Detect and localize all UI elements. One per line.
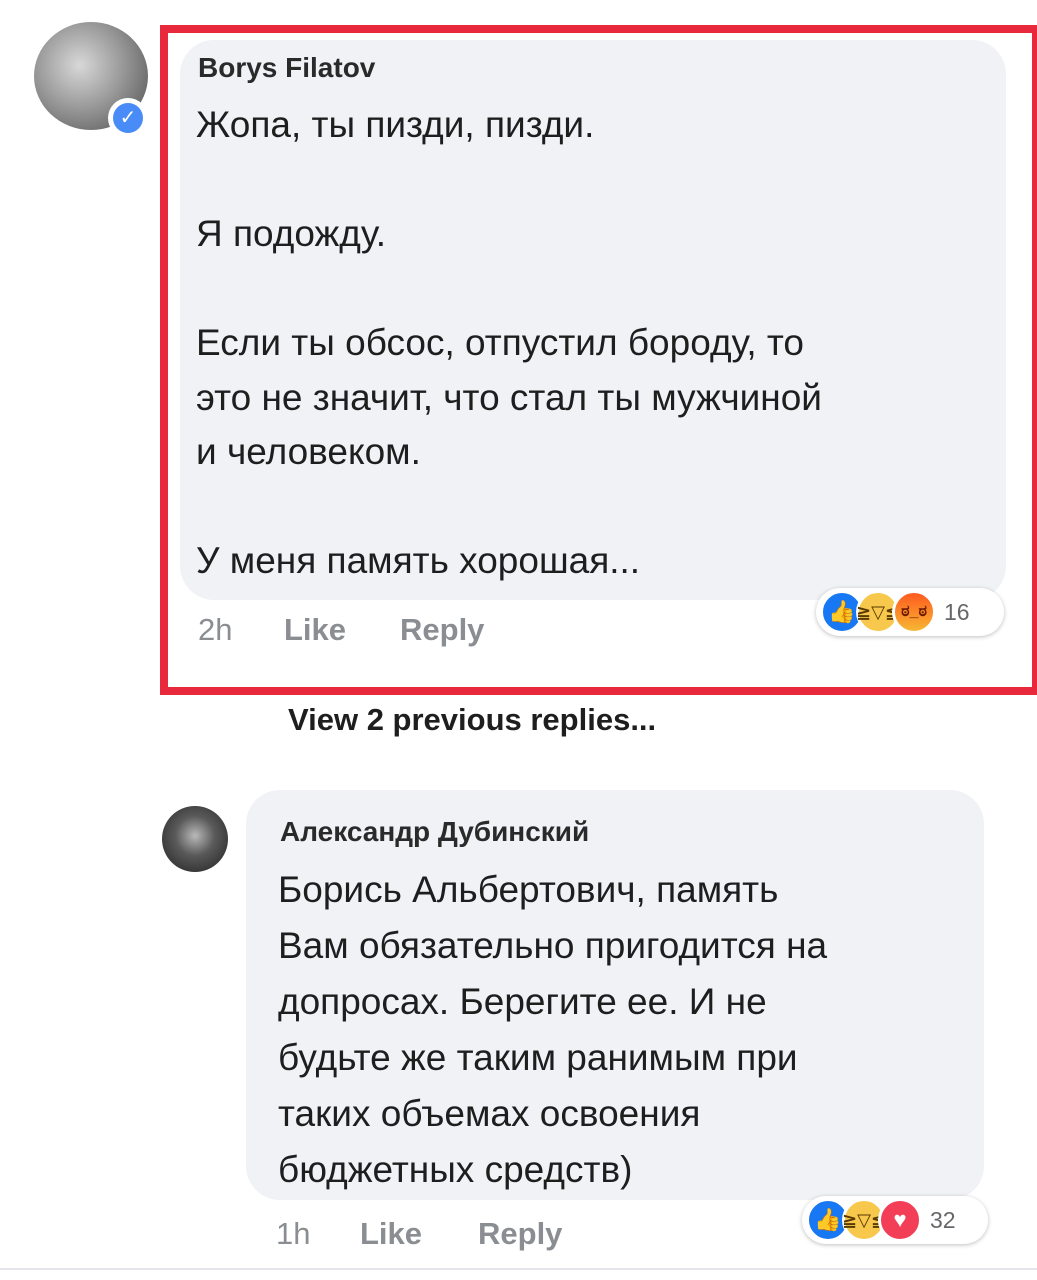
love-icon: ♥ [878, 1198, 922, 1242]
reaction-count: 16 [944, 598, 970, 625]
reply-button[interactable]: Reply [400, 612, 484, 648]
divider [0, 1268, 1037, 1270]
comment-time[interactable]: 1h [276, 1216, 310, 1252]
angry-icon: ಠ_ಠ [892, 590, 936, 634]
comment-time[interactable]: 2h [198, 612, 232, 648]
comment-author[interactable]: Borys Filatov [198, 52, 375, 84]
like-button[interactable]: Like [360, 1216, 422, 1252]
like-button[interactable]: Like [284, 612, 346, 648]
reply-button[interactable]: Reply [478, 1216, 562, 1252]
reaction-count: 32 [930, 1206, 956, 1233]
comment-author[interactable]: Александр Дубинский [280, 816, 589, 848]
reactions-summary[interactable]: 👍 ≧▽≦ ಠ_ಠ 16 [816, 588, 1004, 636]
reactions-summary[interactable]: 👍 ≧▽≦ ♥ 32 [802, 1196, 988, 1244]
view-previous-replies-link[interactable]: View 2 previous replies... [288, 702, 656, 738]
verified-badge-icon: ✓ [108, 98, 148, 138]
avatar-alexander-dubinsky[interactable] [162, 806, 228, 872]
comment-text: Борись Альбертович, память Вам обязатель… [278, 869, 828, 1190]
comment-text: Жопа, ты пизди, пизди. Я подожду. Если т… [196, 104, 822, 581]
